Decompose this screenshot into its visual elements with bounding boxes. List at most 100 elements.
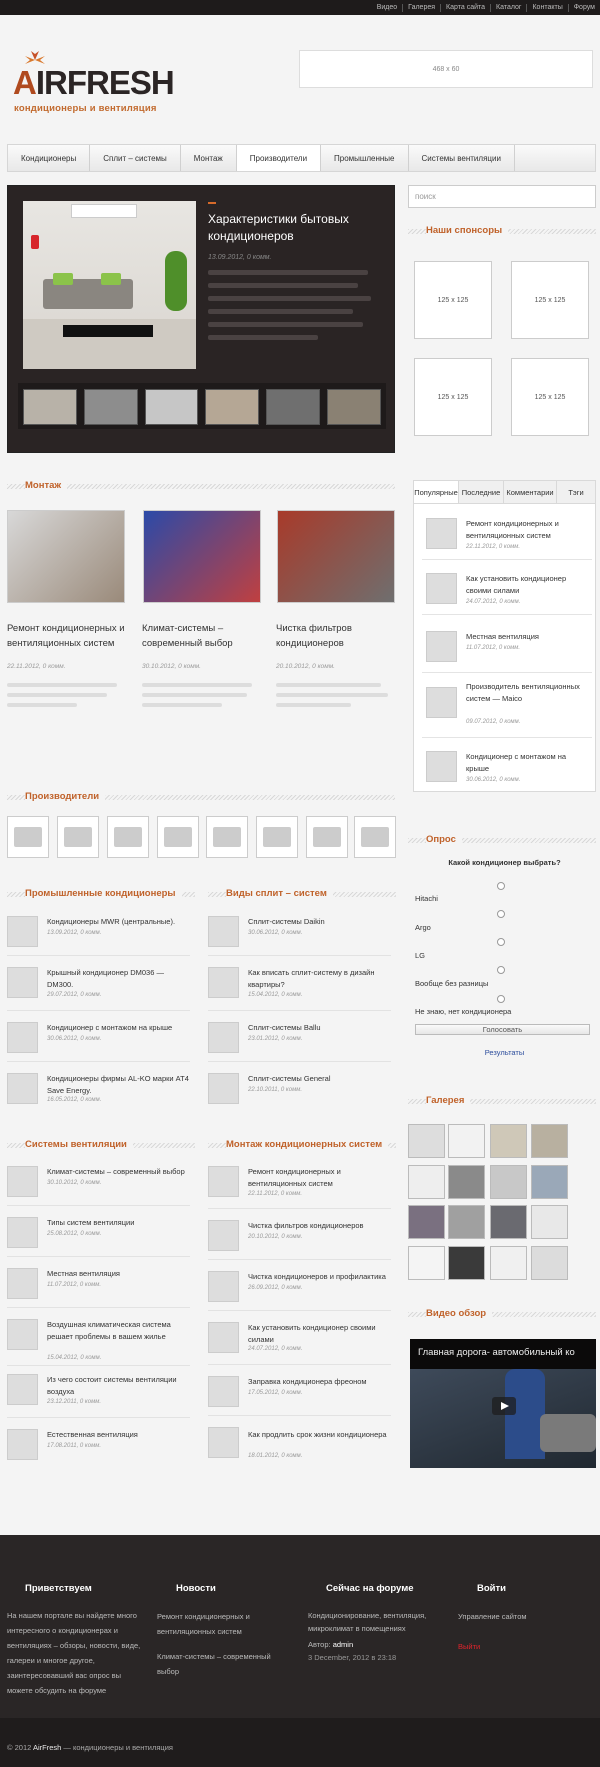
poll-results-link[interactable]: Результаты bbox=[413, 1048, 596, 1057]
list-item-thumb[interactable] bbox=[208, 1427, 239, 1458]
list-item-thumb[interactable] bbox=[208, 1073, 239, 1104]
slider-thumb[interactable] bbox=[327, 389, 381, 425]
gallery-thumb[interactable] bbox=[408, 1165, 445, 1199]
sponsor-slot[interactable]: 125 x 125 bbox=[511, 358, 589, 436]
list-item-title[interactable]: Воздушная климатическая система решает п… bbox=[47, 1319, 192, 1343]
slider-thumb[interactable] bbox=[83, 389, 138, 425]
gallery-thumb[interactable] bbox=[408, 1205, 445, 1239]
list-item-title[interactable]: Кондиционеры MWR (центральные). bbox=[47, 916, 192, 928]
footer-manage-link[interactable]: Управление сайтом bbox=[458, 1609, 527, 1624]
list-item-title[interactable]: Как установить кондиционер своими силами bbox=[248, 1322, 393, 1346]
site-logo[interactable]: AIRFRESH bbox=[13, 66, 175, 99]
list-item-title[interactable]: Ремонт кондиционерных и вентиляционных с… bbox=[248, 1166, 393, 1190]
top-nav-sitemap[interactable]: Карта сайта bbox=[440, 3, 490, 12]
footer-forum-author-name[interactable]: admin bbox=[333, 1640, 353, 1649]
gallery-thumb[interactable] bbox=[490, 1124, 527, 1158]
main-nav-item-split[interactable]: Сплит – системы bbox=[90, 145, 181, 171]
list-item-thumb[interactable] bbox=[208, 1220, 239, 1251]
gallery-thumb[interactable] bbox=[408, 1246, 445, 1280]
producer-logo[interactable] bbox=[354, 816, 396, 858]
popular-item-thumb[interactable] bbox=[426, 751, 457, 782]
poll-radio[interactable] bbox=[497, 995, 505, 1003]
poll-radio[interactable] bbox=[497, 910, 505, 918]
gallery-thumb[interactable] bbox=[448, 1246, 485, 1280]
gallery-thumb[interactable] bbox=[490, 1165, 527, 1199]
list-item-thumb[interactable] bbox=[7, 916, 38, 947]
list-item-thumb[interactable] bbox=[208, 967, 239, 998]
list-item-title[interactable]: Кондиционеры фирмы AL-KO марки AT4 Save … bbox=[47, 1073, 192, 1097]
tab-popular[interactable]: Популярные bbox=[414, 481, 459, 503]
footer-news-link[interactable]: Климат-системы – современный выбор bbox=[157, 1649, 277, 1679]
gallery-thumb[interactable] bbox=[490, 1246, 527, 1280]
poll-radio[interactable] bbox=[497, 966, 505, 974]
sponsor-slot[interactable]: 125 x 125 bbox=[511, 261, 589, 339]
popular-item-title[interactable]: Производитель вентиляционных систем — Ma… bbox=[466, 681, 591, 705]
list-item-thumb[interactable] bbox=[7, 1374, 38, 1405]
main-nav-item-ventilation[interactable]: Системы вентиляции bbox=[409, 145, 515, 171]
popular-item-thumb[interactable] bbox=[426, 573, 457, 604]
featured-image[interactable] bbox=[23, 201, 196, 369]
popular-item-title[interactable]: Местная вентиляция bbox=[466, 631, 591, 643]
montazh-item-title[interactable]: Чистка фильтров кондиционеров bbox=[276, 621, 401, 651]
producer-logo[interactable] bbox=[206, 816, 248, 858]
list-item-title[interactable]: Естественная вентиляция bbox=[47, 1429, 192, 1441]
main-nav-item-conditioners[interactable]: Кондиционеры bbox=[8, 145, 91, 171]
list-item-thumb[interactable] bbox=[7, 1022, 38, 1053]
tab-comments[interactable]: Комментарии bbox=[504, 481, 557, 503]
list-item-thumb[interactable] bbox=[7, 1166, 38, 1197]
main-nav-item-industrial[interactable]: Промышленные bbox=[321, 145, 409, 171]
slider-thumb[interactable] bbox=[266, 389, 321, 425]
footer-forum-topic[interactable]: Кондиционирование, вентиляция, микроклим… bbox=[308, 1609, 443, 1635]
montazh-item-title[interactable]: Климат-системы – современный выбор bbox=[142, 621, 267, 651]
list-item-title[interactable]: Местная вентиляция bbox=[47, 1268, 192, 1280]
list-item-title[interactable]: Заправка кондиционера фреоном bbox=[248, 1376, 393, 1388]
top-nav-catalog[interactable]: Каталог bbox=[490, 3, 526, 12]
list-item-title[interactable]: Типы систем вентиляции bbox=[47, 1217, 192, 1229]
list-item-title[interactable]: Кондиционер с монтажом на крыше bbox=[47, 1022, 192, 1034]
list-item-thumb[interactable] bbox=[7, 1319, 38, 1350]
slider-thumb[interactable] bbox=[23, 389, 77, 425]
footer-news-link[interactable]: Ремонт кондиционерных и вентиляционных с… bbox=[157, 1609, 277, 1639]
tab-tags[interactable]: Тэги bbox=[557, 481, 595, 503]
list-item-title[interactable]: Как вписать сплит-систему в дизайн кварт… bbox=[248, 967, 393, 991]
list-item-thumb[interactable] bbox=[7, 1268, 38, 1299]
producer-logo[interactable] bbox=[57, 816, 99, 858]
popular-item-thumb[interactable] bbox=[426, 631, 457, 662]
tab-latest[interactable]: Последние bbox=[459, 481, 504, 503]
gallery-thumb[interactable] bbox=[531, 1165, 568, 1199]
popular-item-thumb[interactable] bbox=[426, 687, 457, 718]
footer-logout-link[interactable]: Выйти bbox=[458, 1639, 480, 1654]
poll-radio[interactable] bbox=[497, 938, 505, 946]
list-item-title[interactable]: Климат-системы – современный выбор bbox=[47, 1166, 192, 1178]
list-item-title[interactable]: Сплит-системы General bbox=[248, 1073, 393, 1085]
gallery-thumb[interactable] bbox=[448, 1124, 485, 1158]
top-nav-forum[interactable]: Форум bbox=[567, 3, 600, 12]
featured-title[interactable]: Характеристики бытовых кондиционеров bbox=[208, 211, 383, 245]
slider-thumb[interactable] bbox=[144, 389, 199, 425]
producer-logo[interactable] bbox=[7, 816, 49, 858]
list-item-title[interactable]: Чистка фильтров кондиционеров bbox=[248, 1220, 393, 1232]
popular-item-title[interactable]: Ремонт кондиционерных и вентиляционных с… bbox=[466, 518, 591, 542]
gallery-thumb[interactable] bbox=[490, 1205, 527, 1239]
poll-radio[interactable] bbox=[497, 882, 505, 890]
list-item-thumb[interactable] bbox=[7, 967, 38, 998]
top-nav-contacts[interactable]: Контакты bbox=[526, 3, 567, 12]
copyright-site-name[interactable]: AirFresh bbox=[33, 1743, 61, 1752]
list-item-thumb[interactable] bbox=[7, 1429, 38, 1460]
list-item-thumb[interactable] bbox=[208, 1376, 239, 1407]
list-item-title[interactable]: Сплит-системы Daikin bbox=[248, 916, 393, 928]
list-item-title[interactable]: Крышный кондиционер DM036 — DM300. bbox=[47, 967, 192, 991]
sponsor-slot[interactable]: 125 x 125 bbox=[414, 261, 492, 339]
top-nav-gallery[interactable]: Галерея bbox=[402, 3, 440, 12]
vote-button[interactable]: Голосовать bbox=[415, 1024, 590, 1035]
list-item-thumb[interactable] bbox=[208, 1022, 239, 1053]
main-nav-item-montazh[interactable]: Монтаж bbox=[181, 145, 237, 171]
list-item-thumb[interactable] bbox=[7, 1217, 38, 1248]
list-item-thumb[interactable] bbox=[208, 1166, 239, 1197]
montazh-image[interactable] bbox=[7, 510, 125, 603]
gallery-thumb[interactable] bbox=[531, 1124, 568, 1158]
list-item-thumb[interactable] bbox=[7, 1073, 38, 1104]
montazh-image[interactable] bbox=[277, 510, 395, 603]
montazh-image[interactable] bbox=[143, 510, 261, 603]
montazh-item-title[interactable]: Ремонт кондиционерных и вентиляционных с… bbox=[7, 621, 132, 651]
